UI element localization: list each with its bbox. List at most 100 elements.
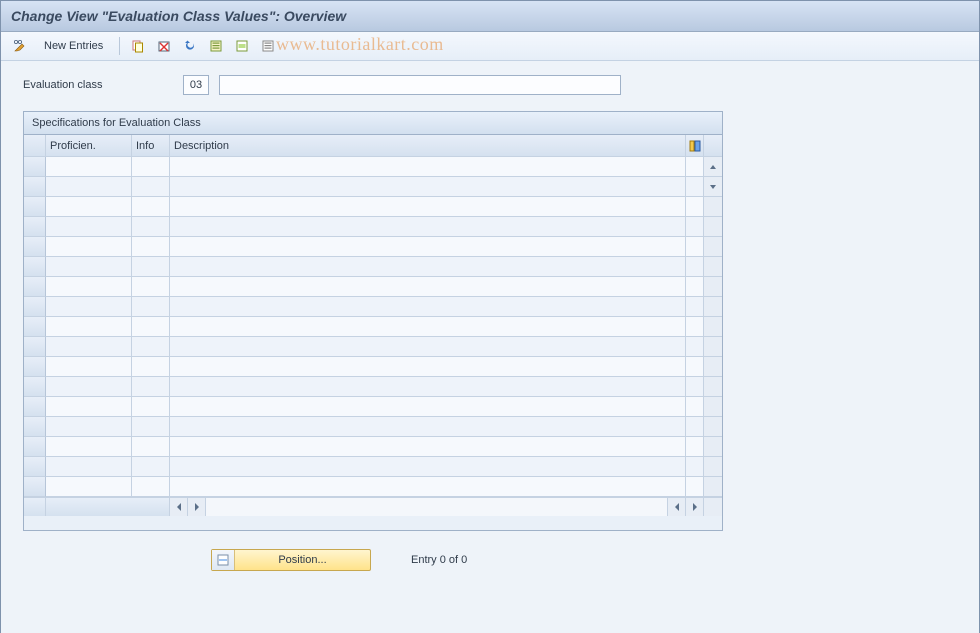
hscroll-left-fast[interactable]	[170, 498, 188, 516]
cell-description[interactable]	[170, 197, 686, 217]
vscroll-track[interactable]	[704, 257, 722, 277]
hscroll-left[interactable]	[188, 498, 206, 516]
vscroll-track[interactable]	[704, 437, 722, 457]
cell-proficiency[interactable]	[46, 257, 132, 277]
cell-proficiency[interactable]	[46, 357, 132, 377]
vscroll-track[interactable]	[704, 377, 722, 397]
cell-info[interactable]	[132, 257, 170, 277]
vscroll-track[interactable]	[704, 317, 722, 337]
vscroll-up[interactable]	[704, 157, 722, 177]
row-selector[interactable]	[24, 397, 46, 417]
cell-info[interactable]	[132, 457, 170, 477]
cell-proficiency[interactable]	[46, 457, 132, 477]
cell-info[interactable]	[132, 337, 170, 357]
row-selector[interactable]	[24, 317, 46, 337]
row-selector[interactable]	[24, 357, 46, 377]
delete-button[interactable]	[153, 35, 175, 57]
cell-proficiency[interactable]	[46, 217, 132, 237]
cell-info[interactable]	[132, 357, 170, 377]
position-button[interactable]: Position...	[211, 549, 371, 571]
vscroll-track[interactable]	[704, 277, 722, 297]
cell-proficiency[interactable]	[46, 177, 132, 197]
cell-proficiency[interactable]	[46, 377, 132, 397]
cell-description[interactable]	[170, 477, 686, 497]
cell-info[interactable]	[132, 277, 170, 297]
cell-proficiency[interactable]	[46, 417, 132, 437]
cell-info[interactable]	[132, 297, 170, 317]
cell-info[interactable]	[132, 417, 170, 437]
cell-description[interactable]	[170, 417, 686, 437]
row-selector[interactable]	[24, 217, 46, 237]
cell-info[interactable]	[132, 197, 170, 217]
row-selector[interactable]	[24, 437, 46, 457]
cell-proficiency[interactable]	[46, 277, 132, 297]
configure-columns-button[interactable]	[686, 135, 704, 157]
vscroll-track[interactable]	[704, 457, 722, 477]
horizontal-scrollbar[interactable]	[24, 497, 722, 516]
cell-proficiency[interactable]	[46, 297, 132, 317]
hscroll-track[interactable]	[206, 498, 668, 516]
vscroll-track[interactable]	[704, 477, 722, 497]
cell-description[interactable]	[170, 157, 686, 177]
hscroll-right[interactable]	[668, 498, 686, 516]
cell-description[interactable]	[170, 317, 686, 337]
row-selector[interactable]	[24, 277, 46, 297]
cell-proficiency[interactable]	[46, 237, 132, 257]
cell-info[interactable]	[132, 217, 170, 237]
row-selector[interactable]	[24, 177, 46, 197]
row-selector[interactable]	[24, 417, 46, 437]
cell-description[interactable]	[170, 457, 686, 477]
cell-proficiency[interactable]	[46, 197, 132, 217]
cell-description[interactable]	[170, 177, 686, 197]
row-selector[interactable]	[24, 257, 46, 277]
undo-change-button[interactable]	[179, 35, 201, 57]
column-header-info[interactable]: Info	[132, 135, 170, 157]
row-selector[interactable]	[24, 477, 46, 497]
cell-description[interactable]	[170, 437, 686, 457]
new-entries-button[interactable]: New Entries	[35, 35, 112, 57]
row-selector[interactable]	[24, 197, 46, 217]
copy-as-button[interactable]	[127, 35, 149, 57]
vscroll-track[interactable]	[704, 197, 722, 217]
select-block-button[interactable]	[231, 35, 253, 57]
toggle-change-display-button[interactable]	[9, 35, 31, 57]
hscroll-right-fast[interactable]	[686, 498, 704, 516]
cell-info[interactable]	[132, 377, 170, 397]
cell-proficiency[interactable]	[46, 337, 132, 357]
cell-info[interactable]	[132, 177, 170, 197]
vscroll-track[interactable]	[704, 337, 722, 357]
vscroll-track[interactable]	[704, 417, 722, 437]
vscroll-track[interactable]	[704, 237, 722, 257]
row-selector[interactable]	[24, 377, 46, 397]
vscroll-down[interactable]	[704, 177, 722, 197]
vscroll-track[interactable]	[704, 357, 722, 377]
vscroll-track[interactable]	[704, 217, 722, 237]
row-selector[interactable]	[24, 157, 46, 177]
cell-info[interactable]	[132, 437, 170, 457]
evaluation-class-code[interactable]: 03	[183, 75, 209, 95]
cell-description[interactable]	[170, 397, 686, 417]
row-selector[interactable]	[24, 297, 46, 317]
cell-info[interactable]	[132, 157, 170, 177]
deselect-all-button[interactable]	[257, 35, 279, 57]
evaluation-class-description[interactable]	[219, 75, 621, 95]
cell-proficiency[interactable]	[46, 397, 132, 417]
cell-description[interactable]	[170, 357, 686, 377]
cell-description[interactable]	[170, 277, 686, 297]
select-all-button[interactable]	[205, 35, 227, 57]
vscroll-track[interactable]	[704, 297, 722, 317]
row-selector[interactable]	[24, 457, 46, 477]
vscroll-track[interactable]	[704, 397, 722, 417]
cell-proficiency[interactable]	[46, 477, 132, 497]
cell-description[interactable]	[170, 297, 686, 317]
row-selector[interactable]	[24, 237, 46, 257]
column-header-description[interactable]: Description	[170, 135, 686, 157]
cell-info[interactable]	[132, 477, 170, 497]
column-header-proficiency[interactable]: Proficien.	[46, 135, 132, 157]
cell-description[interactable]	[170, 377, 686, 397]
cell-info[interactable]	[132, 397, 170, 417]
cell-proficiency[interactable]	[46, 437, 132, 457]
cell-info[interactable]	[132, 237, 170, 257]
cell-description[interactable]	[170, 217, 686, 237]
row-selector[interactable]	[24, 337, 46, 357]
